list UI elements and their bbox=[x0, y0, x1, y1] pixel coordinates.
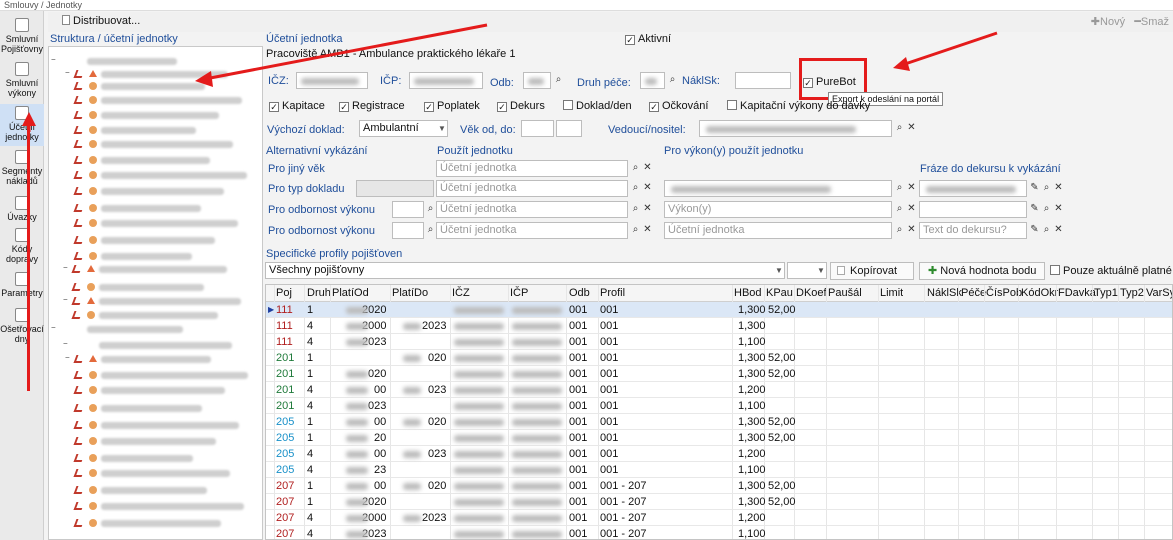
arrow-head-to-tree bbox=[195, 71, 213, 87]
arrow-line-to-purebot bbox=[904, 31, 998, 66]
arrow-head-nav bbox=[22, 112, 36, 126]
arrow-line-to-tree bbox=[204, 23, 488, 81]
annotation-arrows bbox=[22, 23, 998, 132]
arrow-head-to-purebot bbox=[893, 57, 910, 71]
